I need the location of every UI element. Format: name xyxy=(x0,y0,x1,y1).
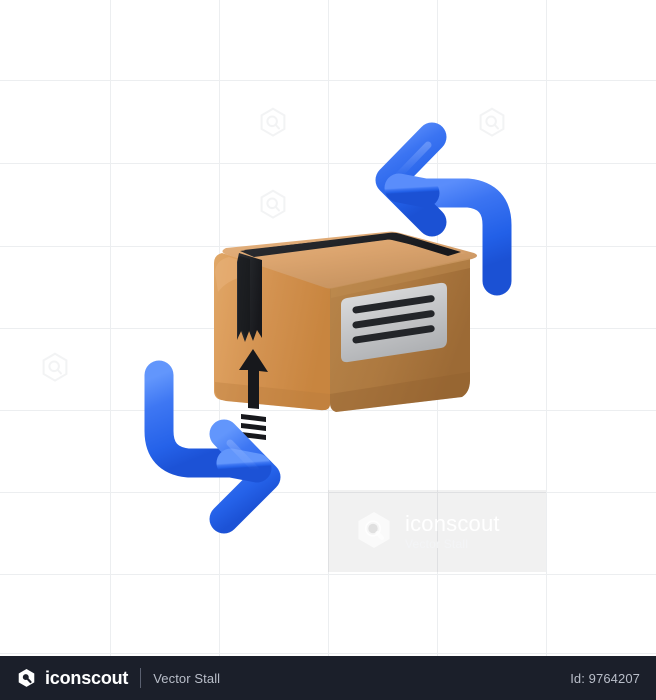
cardboard-box xyxy=(214,231,478,440)
iconscout-hex-magnifier-icon xyxy=(16,668,37,689)
footer-bar: iconscout Vector Stall Id: 9764207 xyxy=(0,656,656,700)
footer-asset-id: Id: 9764207 xyxy=(570,670,640,686)
artwork-canvas: iconscout Vector Stall xyxy=(0,0,656,656)
box-tape-flap xyxy=(237,253,262,342)
footer-brand-name: iconscout xyxy=(45,667,129,688)
footer-divider xyxy=(140,668,142,688)
footer-author[interactable]: Vector Stall xyxy=(153,671,220,686)
screenshot-root: iconscout Vector Stall iconscout Vector … xyxy=(0,0,656,700)
watermark-author: Vector Stall xyxy=(405,536,469,551)
iconscout-hex-magnifier-icon xyxy=(352,509,396,553)
center-watermark: iconscout Vector Stall xyxy=(328,490,546,572)
watermark-brand: iconscout xyxy=(405,510,500,536)
footer-brand[interactable]: iconscout xyxy=(16,668,128,689)
